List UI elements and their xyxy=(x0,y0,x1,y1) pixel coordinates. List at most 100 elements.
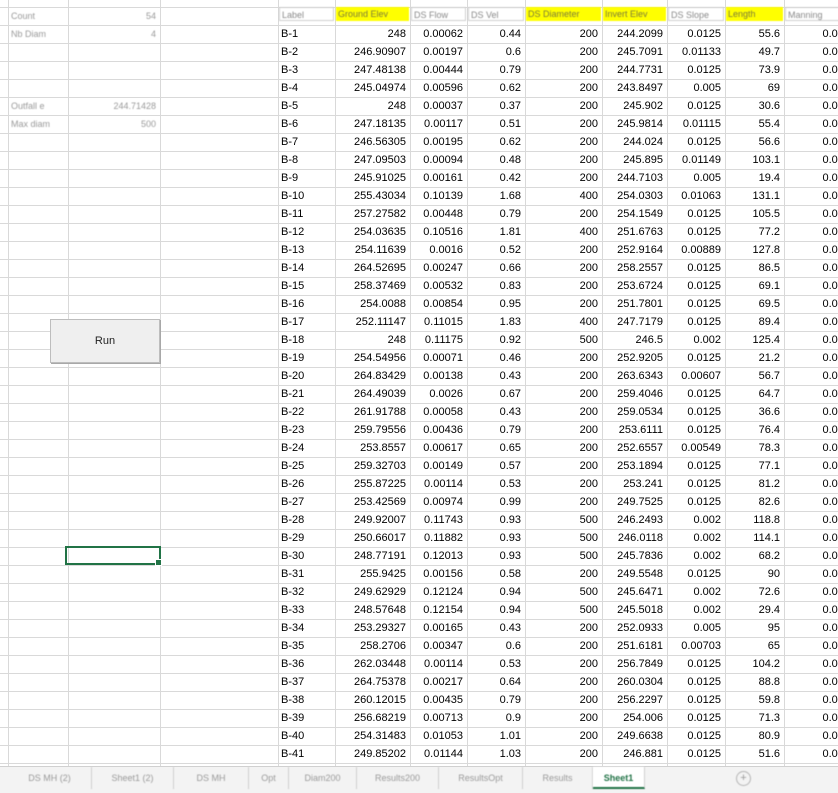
table-cell[interactable]: B-3 xyxy=(278,61,335,79)
table-cell[interactable]: 200 xyxy=(525,277,602,295)
table-cell[interactable]: 0.00549 xyxy=(667,439,725,457)
table-cell[interactable]: 0.013 xyxy=(784,565,838,583)
table-cell[interactable]: 200 xyxy=(525,475,602,493)
table-cell[interactable]: 0.0125 xyxy=(667,223,725,241)
table-cell[interactable]: 0.12124 xyxy=(410,583,467,601)
table-cell[interactable]: 0.013 xyxy=(784,673,838,691)
sheet-tab[interactable]: ResultsOpt xyxy=(439,767,523,789)
table-cell[interactable]: 0.013 xyxy=(784,493,838,511)
table-cell[interactable]: 244.024 xyxy=(602,133,667,151)
table-cell[interactable]: 76.4 xyxy=(725,421,784,439)
table-cell[interactable]: 255.87225 xyxy=(335,475,410,493)
table-cell[interactable]: 200 xyxy=(525,637,602,655)
table-cell[interactable]: 69.5 xyxy=(725,295,784,313)
table-cell[interactable]: 254.0303 xyxy=(602,187,667,205)
table-cell[interactable]: 56.7 xyxy=(725,367,784,385)
table-cell[interactable]: 246.5 xyxy=(602,331,667,349)
table-cell[interactable]: 259.32703 xyxy=(335,457,410,475)
column-header[interactable]: Ground Elev xyxy=(336,7,409,21)
table-cell[interactable]: 114.1 xyxy=(725,529,784,547)
table-cell[interactable]: 0.00713 xyxy=(410,709,467,727)
table-cell[interactable]: 0.0125 xyxy=(667,727,725,745)
table-cell[interactable]: 0.002 xyxy=(667,583,725,601)
table-cell[interactable]: 0.00071 xyxy=(410,349,467,367)
table-cell[interactable]: 264.75378 xyxy=(335,673,410,691)
table-cell[interactable]: 0.44 xyxy=(467,25,525,43)
table-cell[interactable]: 0.013 xyxy=(784,691,838,709)
table-cell[interactable]: 252.6557 xyxy=(602,439,667,457)
table-cell[interactable]: 0.12013 xyxy=(410,547,467,565)
table-cell[interactable]: 0.00532 xyxy=(410,277,467,295)
table-cell[interactable]: 500 xyxy=(525,331,602,349)
table-cell[interactable]: 0.01144 xyxy=(410,745,467,763)
table-cell[interactable]: 0.43 xyxy=(467,367,525,385)
table-cell[interactable]: 0.62 xyxy=(467,133,525,151)
table-cell[interactable]: 200 xyxy=(525,439,602,457)
table-cell[interactable]: 0.013 xyxy=(784,259,838,277)
table-cell[interactable]: 0.10139 xyxy=(410,187,467,205)
table-cell[interactable]: B-26 xyxy=(278,475,335,493)
selected-cell[interactable] xyxy=(65,546,162,566)
table-cell[interactable]: 0.013 xyxy=(784,43,838,61)
table-cell[interactable]: 0.013 xyxy=(784,457,838,475)
table-cell[interactable]: 248 xyxy=(335,97,410,115)
table-cell[interactable]: 69.1 xyxy=(725,277,784,295)
table-cell[interactable]: 59.8 xyxy=(725,691,784,709)
fill-handle[interactable] xyxy=(155,559,162,566)
table-cell[interactable]: 21.2 xyxy=(725,349,784,367)
table-cell[interactable]: 259.79556 xyxy=(335,421,410,439)
table-cell[interactable]: 69 xyxy=(725,79,784,97)
table-cell[interactable]: 0.0016 xyxy=(410,241,467,259)
table-cell[interactable]: 200 xyxy=(525,565,602,583)
table-cell[interactable]: 0.00037 xyxy=(410,97,467,115)
table-cell[interactable]: 261.91788 xyxy=(335,403,410,421)
table-cell[interactable]: 0.37 xyxy=(467,97,525,115)
table-cell[interactable]: 245.6471 xyxy=(602,583,667,601)
table-cell[interactable]: 0.66 xyxy=(467,259,525,277)
table-cell[interactable]: 77.1 xyxy=(725,457,784,475)
table-cell[interactable]: 0.95 xyxy=(467,295,525,313)
table-cell[interactable]: 0.00703 xyxy=(667,637,725,655)
table-cell[interactable]: 264.49039 xyxy=(335,385,410,403)
table-cell[interactable]: 0.0125 xyxy=(667,475,725,493)
spreadsheet-grid[interactable]: Count 54 Nb Diam 4 Outfall e 244.71428 M… xyxy=(0,0,838,766)
table-cell[interactable]: B-31 xyxy=(278,565,335,583)
table-cell[interactable]: 0.013 xyxy=(784,295,838,313)
table-cell[interactable]: 0.013 xyxy=(784,727,838,745)
table-cell[interactable]: 0.93 xyxy=(467,511,525,529)
table-cell[interactable]: 0.013 xyxy=(784,205,838,223)
table-cell[interactable]: B-35 xyxy=(278,637,335,655)
table-cell[interactable]: 131.1 xyxy=(725,187,784,205)
table-cell[interactable]: 0.0125 xyxy=(667,61,725,79)
table-cell[interactable]: 0.013 xyxy=(784,25,838,43)
table-cell[interactable]: B-7 xyxy=(278,133,335,151)
table-cell[interactable]: B-13 xyxy=(278,241,335,259)
table-cell[interactable]: 251.6763 xyxy=(602,223,667,241)
table-cell[interactable]: B-37 xyxy=(278,673,335,691)
table-cell[interactable]: 0.67 xyxy=(467,385,525,403)
table-cell[interactable]: 0.10516 xyxy=(410,223,467,241)
table-cell[interactable]: 245.7091 xyxy=(602,43,667,61)
table-cell[interactable]: 400 xyxy=(525,313,602,331)
table-cell[interactable]: 80.9 xyxy=(725,727,784,745)
table-cell[interactable]: 1.01 xyxy=(467,727,525,745)
table-cell[interactable]: 200 xyxy=(525,205,602,223)
table-cell[interactable]: B-5 xyxy=(278,97,335,115)
table-cell[interactable]: 127.8 xyxy=(725,241,784,259)
table-cell[interactable]: 0.00436 xyxy=(410,421,467,439)
table-cell[interactable]: 0.00094 xyxy=(410,151,467,169)
table-cell[interactable]: 0.013 xyxy=(784,367,838,385)
count-value[interactable]: 54 xyxy=(68,7,160,25)
column-header[interactable]: DS Vel xyxy=(468,7,524,21)
table-cell[interactable]: 0.51 xyxy=(467,115,525,133)
column-header[interactable]: Manning xyxy=(785,7,838,21)
table-cell[interactable]: B-34 xyxy=(278,619,335,637)
table-cell[interactable]: 0.0026 xyxy=(410,385,467,403)
table-cell[interactable]: 0.0125 xyxy=(667,691,725,709)
table-cell[interactable]: 0.58 xyxy=(467,565,525,583)
table-cell[interactable]: 0.00347 xyxy=(410,637,467,655)
table-cell[interactable]: 200 xyxy=(525,133,602,151)
table-cell[interactable]: 0.00974 xyxy=(410,493,467,511)
table-cell[interactable]: 245.04974 xyxy=(335,79,410,97)
table-cell[interactable]: 0.00596 xyxy=(410,79,467,97)
